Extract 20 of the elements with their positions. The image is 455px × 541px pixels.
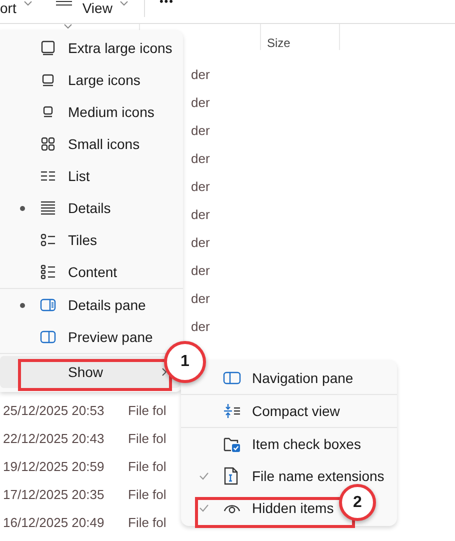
file-type-cell-text: File fol bbox=[128, 514, 166, 532]
file-type-cell-text: der bbox=[191, 122, 210, 140]
file-type-cell-text: File fol bbox=[128, 402, 166, 420]
file-type-cell-text: der bbox=[191, 178, 210, 196]
file-type-cell-text: der bbox=[191, 234, 210, 252]
date-cell-text: 16/12/2025 20:49 bbox=[2, 514, 106, 532]
file-type-cell-text: File fol bbox=[128, 486, 166, 504]
file-type-cell-text: der bbox=[191, 206, 210, 224]
file-type-cell-text: der bbox=[191, 150, 210, 168]
file-type-cell-text: der bbox=[191, 66, 210, 84]
file-type-cell-text: File fol bbox=[128, 458, 166, 476]
date-cell-text: 19/12/2025 20:59 bbox=[2, 458, 106, 476]
file-type-cell-text: der bbox=[191, 318, 210, 336]
file-type-cell-text: der bbox=[191, 290, 210, 308]
date-cell-text: 22/12/2025 20:43 bbox=[2, 430, 106, 448]
file-type-cell-text: der bbox=[191, 94, 210, 112]
date-cell-text: 17/12/2025 20:35 bbox=[2, 486, 106, 504]
file-type-cell-text: der bbox=[191, 262, 210, 280]
date-cell-text: 25/12/2025 20:53 bbox=[2, 402, 106, 420]
file-type-cell-text: File fol bbox=[128, 430, 166, 448]
